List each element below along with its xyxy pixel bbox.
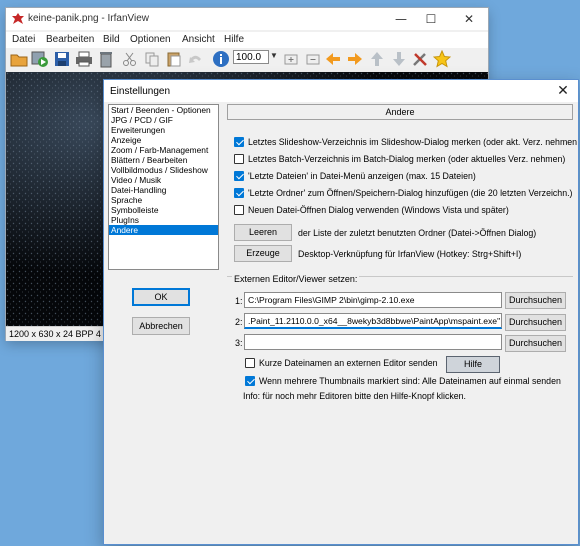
maximize-icon[interactable]: ☐ bbox=[414, 10, 448, 28]
option-label: 'Letzte Ordner' zum Öffnen/Speichern-Dia… bbox=[248, 188, 573, 198]
option-label: 'Letzte Dateien' in Datei-Menü anzeigen … bbox=[248, 171, 476, 181]
menu-ansicht[interactable]: Ansicht bbox=[182, 34, 215, 45]
checkbox[interactable] bbox=[234, 154, 244, 164]
category-item-jpg[interactable]: JPG / PCD / GIF bbox=[109, 115, 218, 125]
zoom-out-icon[interactable] bbox=[304, 50, 322, 68]
zoom-combobox[interactable]: 100.0 bbox=[233, 50, 269, 64]
info-text: Info: für noch mehr Editoren bitte den H… bbox=[243, 391, 466, 401]
dialog-close-icon[interactable]: ✕ bbox=[554, 83, 572, 99]
option-label: Letztes Batch-Verzeichnis im Batch-Dialo… bbox=[248, 154, 566, 164]
checkbox[interactable] bbox=[234, 137, 244, 147]
section-title: Andere bbox=[227, 104, 573, 120]
editor-group-label: Externen Editor/Viewer setzen: bbox=[232, 274, 360, 284]
main-window-title: keine-panik.png - IrfanView bbox=[28, 13, 149, 24]
cancel-button[interactable]: Abbrechen bbox=[132, 317, 190, 335]
next-arrow-icon[interactable] bbox=[346, 50, 364, 68]
help-button[interactable]: Hilfe bbox=[446, 356, 500, 373]
main-menubar: Datei Bearbeiten Bild Optionen Ansicht H… bbox=[6, 32, 488, 48]
editor-3-path-input[interactable] bbox=[244, 334, 502, 350]
save-icon[interactable] bbox=[53, 50, 71, 68]
slideshow-icon[interactable] bbox=[31, 50, 49, 68]
tools-icon[interactable] bbox=[411, 50, 429, 68]
checkbox[interactable] bbox=[234, 188, 244, 198]
category-item-symbolleiste[interactable]: Symbolleiste bbox=[109, 205, 218, 215]
checkbox[interactable] bbox=[245, 376, 255, 386]
category-list: Start / Beenden - Optionen JPG / PCD / G… bbox=[108, 104, 219, 270]
checkbox[interactable] bbox=[245, 358, 255, 368]
menu-optionen[interactable]: Optionen bbox=[130, 34, 171, 45]
category-item-datei-handling[interactable]: Datei-Handling bbox=[109, 185, 218, 195]
category-item-sprache[interactable]: Sprache bbox=[109, 195, 218, 205]
image-dimensions-text: 1200 x 630 x 24 BPP 4 bbox=[9, 329, 101, 339]
star-icon[interactable] bbox=[433, 50, 451, 68]
dialog-titlebar: Einstellungen ✕ bbox=[104, 80, 578, 102]
category-item-zoom[interactable]: Zoom / Farb-Management bbox=[109, 145, 218, 155]
option-recent-folders[interactable]: 'Letzte Ordner' zum Öffnen/Speichern-Dia… bbox=[234, 188, 574, 200]
chevron-down-icon[interactable]: ▼ bbox=[270, 51, 278, 60]
up-arrow-icon[interactable] bbox=[368, 50, 386, 68]
settings-dialog: Einstellungen ✕ Start / Beenden - Option… bbox=[104, 80, 578, 544]
menu-hilfe[interactable]: Hilfe bbox=[224, 34, 244, 45]
irfanview-app-icon bbox=[12, 13, 24, 24]
cut-icon[interactable] bbox=[121, 50, 139, 68]
option-label: Kurze Dateinamen an externen Editor send… bbox=[259, 358, 438, 368]
checkbox[interactable] bbox=[234, 205, 244, 215]
editor-2-path-input[interactable]: .Paint_11.2110.0.0_x64__8wekyb3d8bbwe\Pa… bbox=[244, 313, 502, 329]
category-item-andere[interactable]: Andere bbox=[109, 225, 218, 235]
copy-icon[interactable] bbox=[143, 50, 161, 68]
create-shortcut-button[interactable]: Erzeuge bbox=[234, 245, 292, 262]
category-item-video[interactable]: Video / Musik bbox=[109, 175, 218, 185]
info-icon[interactable] bbox=[212, 50, 230, 68]
category-item-erweiterungen[interactable]: Erweiterungen bbox=[109, 125, 218, 135]
editor-3-number: 3: bbox=[235, 338, 243, 348]
menu-bild[interactable]: Bild bbox=[103, 34, 120, 45]
minimize-icon[interactable]: — bbox=[384, 10, 418, 28]
dialog-title: Einstellungen bbox=[110, 86, 171, 97]
paste-icon[interactable] bbox=[165, 50, 183, 68]
clear-list-description: der Liste der zuletzt benutzten Ordner (… bbox=[298, 228, 537, 238]
option-slideshow-dir[interactable]: Letztes Slideshow-Verzeichnis im Slidesh… bbox=[234, 137, 578, 149]
menu-bearbeiten[interactable]: Bearbeiten bbox=[46, 34, 94, 45]
category-item-start[interactable]: Start / Beenden - Optionen bbox=[109, 105, 218, 115]
print-icon[interactable] bbox=[75, 50, 93, 68]
checkbox[interactable] bbox=[234, 171, 244, 181]
option-short-filenames[interactable]: Kurze Dateinamen an externen Editor send… bbox=[245, 358, 440, 370]
previous-arrow-icon[interactable] bbox=[324, 50, 342, 68]
category-item-anzeige[interactable]: Anzeige bbox=[109, 135, 218, 145]
editor-2-number: 2: bbox=[235, 317, 243, 327]
category-item-vollbild[interactable]: Vollbildmodus / Slideshow bbox=[109, 165, 218, 175]
undo-icon[interactable] bbox=[187, 50, 205, 68]
open-folder-icon[interactable] bbox=[10, 50, 28, 68]
option-label: Letztes Slideshow-Verzeichnis im Slidesh… bbox=[248, 137, 578, 147]
option-recent-files[interactable]: 'Letzte Dateien' in Datei-Menü anzeigen … bbox=[234, 171, 574, 183]
option-label: Neuen Datei-Öffnen Dialog verwenden (Win… bbox=[248, 205, 509, 215]
editor-2-browse-button[interactable]: Durchsuchen bbox=[505, 314, 566, 331]
zoom-in-icon[interactable] bbox=[282, 50, 300, 68]
down-arrow-icon[interactable] bbox=[390, 50, 408, 68]
editor-1-path-input[interactable]: C:\Program Files\GIMP 2\bin\gimp-2.10.ex… bbox=[244, 292, 502, 308]
delete-icon[interactable] bbox=[97, 50, 115, 68]
close-icon[interactable]: ✕ bbox=[452, 10, 486, 28]
option-new-open-dialog[interactable]: Neuen Datei-Öffnen Dialog verwenden (Win… bbox=[234, 205, 574, 217]
menu-datei[interactable]: Datei bbox=[12, 34, 35, 45]
editor-1-number: 1: bbox=[235, 296, 243, 306]
create-shortcut-description: Desktop-Verknüpfung für IrfanView (Hotke… bbox=[298, 249, 522, 259]
option-label: Wenn mehrere Thumbnails markiert sind: A… bbox=[259, 376, 561, 386]
category-item-plugins[interactable]: PlugIns bbox=[109, 215, 218, 225]
editor-1-browse-button[interactable]: Durchsuchen bbox=[505, 292, 566, 309]
ok-button[interactable]: OK bbox=[132, 288, 190, 306]
category-item-blaettern[interactable]: Blättern / Bearbeiten bbox=[109, 155, 218, 165]
editor-3-browse-button[interactable]: Durchsuchen bbox=[505, 335, 566, 352]
main-titlebar: keine-panik.png - IrfanView — ☐ ✕ bbox=[6, 8, 488, 30]
option-batch-dir[interactable]: Letztes Batch-Verzeichnis im Batch-Dialo… bbox=[234, 154, 574, 166]
option-send-all-thumbnails[interactable]: Wenn mehrere Thumbnails markiert sind: A… bbox=[245, 376, 565, 388]
clear-list-button[interactable]: Leeren bbox=[234, 224, 292, 241]
